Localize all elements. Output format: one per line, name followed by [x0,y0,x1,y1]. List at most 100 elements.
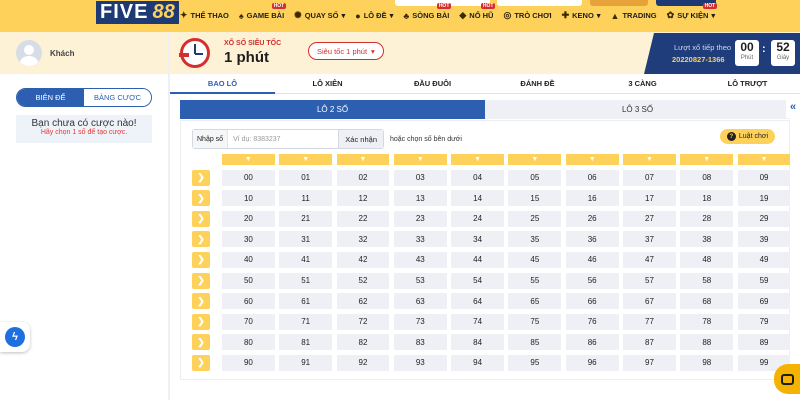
number-cell[interactable]: 15 [508,190,562,207]
number-cell[interactable]: 72 [336,313,390,330]
row-select-button[interactable]: ❯ [192,293,210,310]
number-cell[interactable]: 04 [451,169,504,186]
nav-item[interactable]: ◆ NỔ HŨ HOT [459,3,496,21]
number-cell[interactable]: 65 [508,293,562,310]
row-select-button[interactable]: ❯ [192,354,210,371]
messenger-button[interactable]: ϟ [0,322,30,352]
brand-logo[interactable]: FIVE 88 [96,0,179,24]
number-cell[interactable]: 00 [222,169,275,186]
number-cell[interactable]: 76 [565,313,619,330]
number-cell[interactable]: 22 [336,210,390,227]
number-cell[interactable]: 13 [393,190,447,207]
number-cell[interactable]: 46 [565,251,619,268]
nav-item[interactable]: ◎ TRÒ CHƠI [503,10,551,21]
number-cell[interactable]: 16 [565,190,619,207]
confirm-button[interactable]: Xác nhận [338,130,383,148]
number-cell[interactable]: 60 [222,293,275,310]
number-cell[interactable]: 27 [623,210,676,227]
number-cell[interactable]: 84 [451,334,504,351]
number-cell[interactable]: 70 [222,313,275,330]
number-cell[interactable]: 23 [393,210,447,227]
rules-button[interactable]: ? Luật chơi [719,129,775,144]
number-cell[interactable]: 69 [737,293,791,310]
number-cell[interactable]: 20 [222,210,275,227]
number-cell[interactable]: 47 [623,251,676,268]
column-select-button[interactable]: ▼ [565,154,619,165]
number-cell[interactable]: 17 [623,190,676,207]
row-select-button[interactable]: ❯ [192,190,210,207]
live-chat-button[interactable] [774,364,800,394]
column-select-button[interactable]: ▼ [393,154,447,165]
nav-item[interactable]: ● LÔ ĐỀ ▾ [355,10,393,21]
number-cell[interactable]: 58 [680,272,734,289]
number-cell[interactable]: 40 [222,251,275,268]
nav-item[interactable]: ✺ QUAY SỐ ▾ [294,10,345,21]
number-cell[interactable]: 90 [222,354,275,371]
number-cell[interactable]: 74 [451,313,504,330]
number-cell[interactable]: 75 [508,313,562,330]
row-select-button[interactable]: ❯ [192,313,210,330]
number-cell[interactable]: 48 [680,251,734,268]
column-select-button[interactable]: ▼ [623,154,676,165]
number-cell[interactable]: 53 [393,272,447,289]
number-cell[interactable]: 57 [623,272,676,289]
nav-item[interactable]: ✚ KENO ▾ [562,10,601,21]
tab-bet-type[interactable]: BAO LÔ [170,74,275,94]
number-cell[interactable]: 14 [451,190,504,207]
number-cell[interactable]: 42 [336,251,390,268]
number-cell[interactable]: 67 [623,293,676,310]
number-cell[interactable]: 32 [336,231,390,248]
number-cell[interactable]: 59 [737,272,791,289]
number-cell[interactable]: 43 [393,251,447,268]
number-cell[interactable]: 62 [336,293,390,310]
tab-bet-type[interactable]: ĐÁNH ĐỀ [485,74,590,93]
number-cell[interactable]: 39 [737,231,791,248]
number-cell[interactable]: 98 [680,354,734,371]
number-cell[interactable]: 66 [565,293,619,310]
number-cell[interactable]: 10 [222,190,275,207]
number-cell[interactable]: 08 [680,169,734,186]
tab-bet-type[interactable]: LÔ XIÊN [275,74,380,93]
column-select-button[interactable]: ▼ [508,154,562,165]
number-cell[interactable]: 52 [336,272,390,289]
number-cell[interactable]: 01 [279,169,333,186]
column-select-button[interactable]: ▼ [222,154,275,165]
number-cell[interactable]: 03 [393,169,447,186]
number-cell[interactable]: 06 [565,169,619,186]
number-cell[interactable]: 37 [623,231,676,248]
number-cell[interactable]: 50 [222,272,275,289]
number-cell[interactable]: 18 [680,190,734,207]
number-cell[interactable]: 86 [565,334,619,351]
number-cell[interactable]: 31 [279,231,333,248]
number-cell[interactable]: 36 [565,231,619,248]
number-cell[interactable]: 97 [623,354,676,371]
number-cell[interactable]: 93 [393,354,447,371]
number-cell[interactable]: 56 [565,272,619,289]
number-cell[interactable]: 09 [737,169,791,186]
password-input[interactable] [497,0,582,6]
number-cell[interactable]: 29 [737,210,791,227]
nav-item[interactable]: ▲ TRADING [611,10,657,21]
number-cell[interactable]: 77 [623,313,676,330]
nav-item[interactable]: ✿ SỰ KIỆN ▾ HOT [667,3,718,21]
number-cell[interactable]: 71 [279,313,333,330]
nav-item[interactable]: ✦ THỂ THAO [180,10,229,21]
column-select-button[interactable]: ▼ [336,154,390,165]
number-cell[interactable]: 91 [279,354,333,371]
row-select-button[interactable]: ❯ [192,210,210,227]
number-cell[interactable]: 85 [508,334,562,351]
number-cell[interactable]: 79 [737,313,791,330]
number-cell[interactable]: 34 [451,231,504,248]
nav-item[interactable]: ♣ SÒNG BÀI HOT [403,3,452,21]
number-cell[interactable]: 82 [336,334,390,351]
number-cell[interactable]: 61 [279,293,333,310]
number-cell[interactable]: 11 [279,190,333,207]
column-select-button[interactable]: ▼ [737,154,791,165]
tab-bien-de[interactable]: BIÊN ĐỂ [17,89,84,106]
tab-lo-3-so[interactable]: LÔ 3 SỐ [485,100,790,119]
number-cell[interactable]: 80 [222,334,275,351]
collapse-panel-button[interactable]: « [786,96,800,118]
column-select-button[interactable]: ▼ [451,154,504,165]
number-cell[interactable]: 07 [623,169,676,186]
tab-bet-type[interactable]: 3 CÀNG [590,74,695,93]
